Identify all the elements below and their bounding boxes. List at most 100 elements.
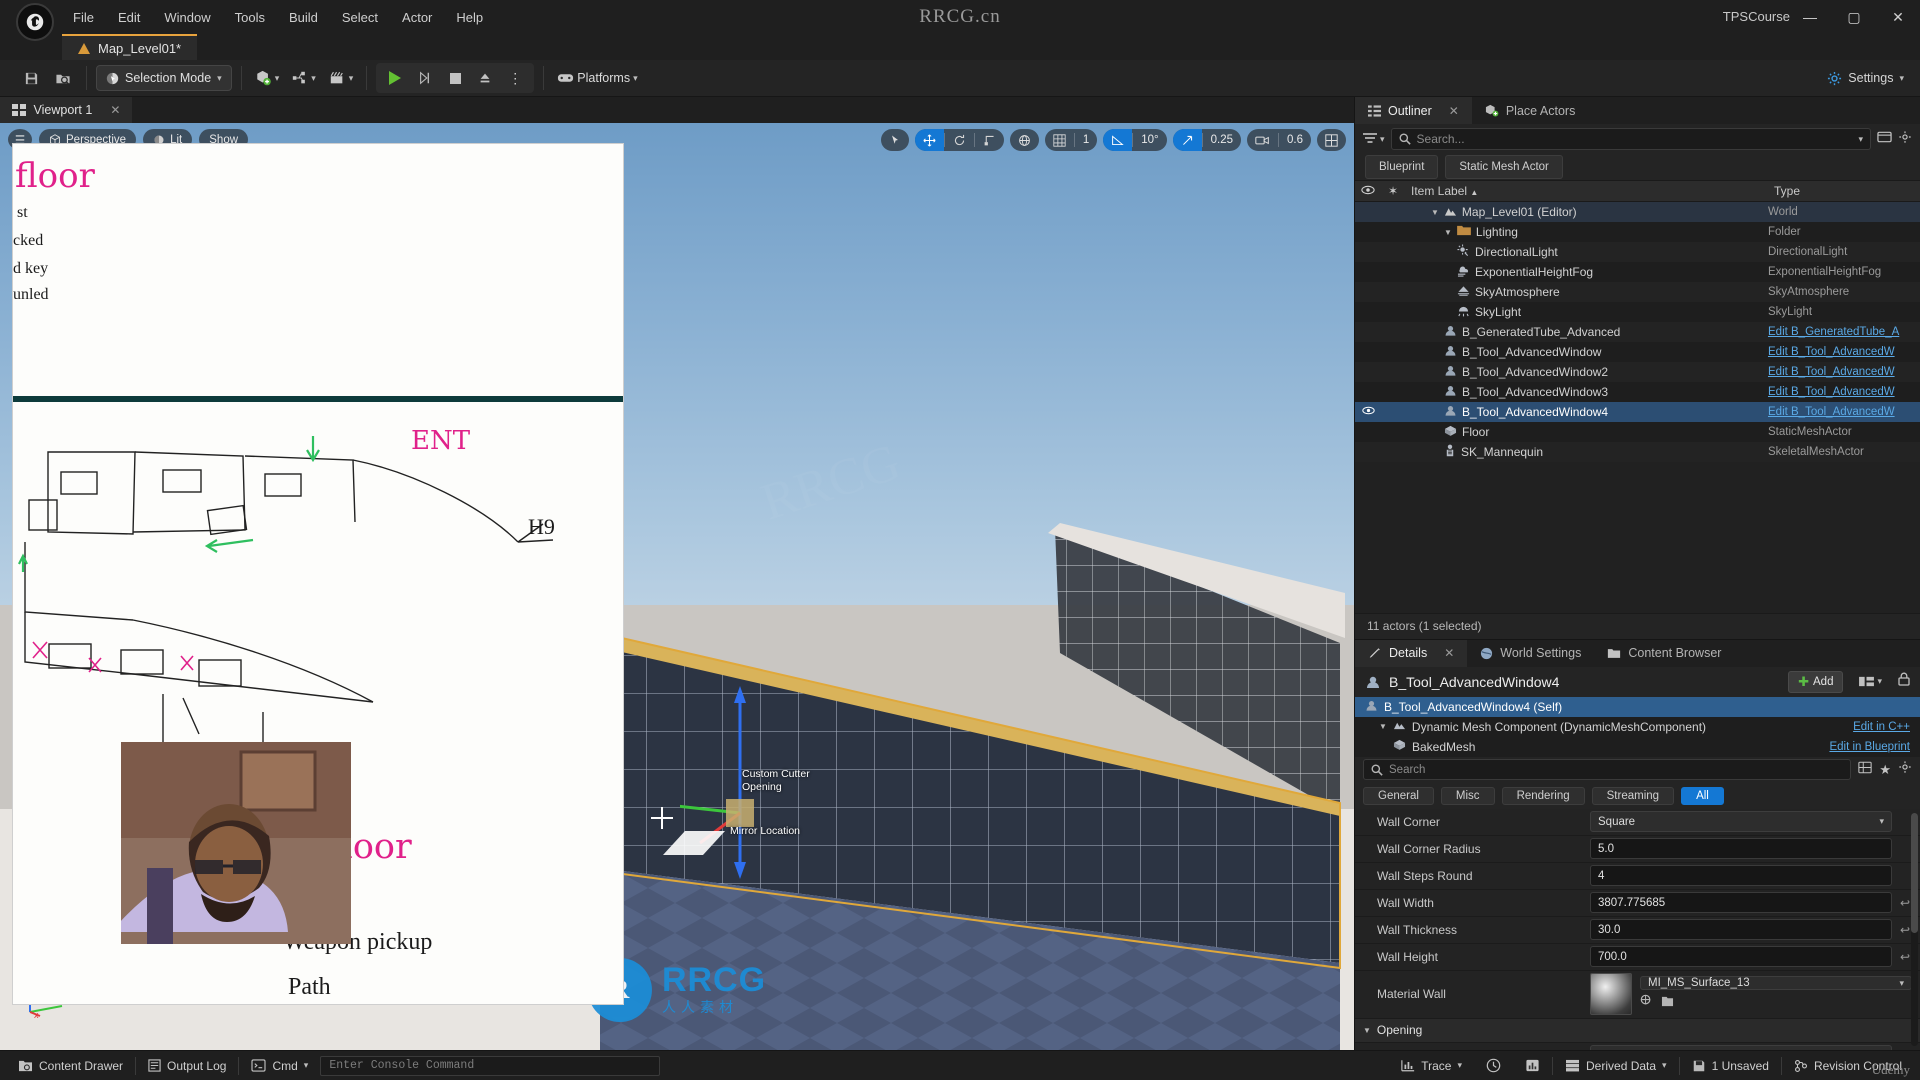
property-number-input[interactable]: 5.0: [1590, 838, 1892, 859]
material-property-row[interactable]: Material Wall MI_MS_Surface_13 ▾: [1355, 971, 1920, 1019]
property-list[interactable]: Wall Corner Square ▾ Wall Corner Radius 5.0 W…: [1355, 808, 1920, 1050]
menu-edit[interactable]: Edit: [107, 6, 151, 29]
outliner-row[interactable]: B_Tool_AdvancedWindow Edit B_Tool_Advance…: [1355, 342, 1920, 362]
property-combo[interactable]: Square ▾: [1590, 811, 1892, 832]
details-chip-rendering[interactable]: Rendering: [1501, 786, 1585, 805]
row-label-cell[interactable]: B_Tool_AdvancedWindow3: [1405, 384, 1768, 400]
property-number-input[interactable]: 4: [1590, 865, 1892, 886]
property-row[interactable]: Wall Height 700.0 ↩: [1355, 944, 1920, 971]
settings-button[interactable]: Settings ▾: [1827, 71, 1912, 86]
chip-blueprint[interactable]: Blueprint: [1365, 155, 1439, 179]
skip-icon[interactable]: [411, 65, 439, 91]
component-tree-row[interactable]: ▼ Dynamic Mesh Component (DynamicMeshComp…: [1355, 717, 1920, 737]
column-pin-icon[interactable]: ✶: [1381, 184, 1405, 198]
scale-snap-value[interactable]: 0.25: [1203, 129, 1241, 151]
cursor-mode-icon[interactable]: [881, 129, 909, 151]
platforms-button[interactable]: Platforms ▾: [553, 65, 641, 91]
menu-select[interactable]: Select: [331, 6, 389, 29]
details-scrollbar-thumb[interactable]: [1911, 812, 1918, 933]
details-favorite-icon[interactable]: ★: [1879, 762, 1891, 778]
column-visibility-icon[interactable]: [1355, 184, 1381, 198]
outliner-row-type[interactable]: Edit B_Tool_AdvancedW: [1768, 366, 1920, 378]
chip-static-mesh-actor[interactable]: Static Mesh Actor: [1445, 155, 1563, 179]
property-row[interactable]: Wall Corner Square ▾: [1355, 809, 1920, 836]
property-row[interactable]: Wall Thickness 30.0 ↩: [1355, 917, 1920, 944]
stop-icon[interactable]: [441, 65, 469, 91]
tab-outliner[interactable]: Outliner ✕: [1355, 97, 1472, 124]
outliner-row[interactable]: Floor StaticMeshActor: [1355, 422, 1920, 442]
coordinate-system-toggle[interactable]: [1009, 129, 1039, 151]
angle-snap-group[interactable]: 10°: [1103, 129, 1167, 151]
component-tree-row[interactable]: BakedMesh Edit in Blueprint: [1355, 737, 1920, 757]
lock-details-icon[interactable]: [1898, 672, 1910, 691]
outliner-row-type[interactable]: Edit B_Tool_AdvancedW: [1768, 406, 1920, 418]
outliner-row[interactable]: ExponentialHeightFog ExponentialHeightFog: [1355, 262, 1920, 282]
select-mode-toggle[interactable]: [880, 129, 909, 151]
chevron-down-icon[interactable]: ▾: [1858, 134, 1863, 145]
globe-icon[interactable]: [1010, 129, 1039, 151]
row-label-cell[interactable]: SkyLight: [1405, 305, 1768, 320]
outliner-row[interactable]: ▼ Lighting Folder: [1355, 222, 1920, 242]
details-expand-icon[interactable]: [1858, 761, 1872, 779]
scale-snap-group[interactable]: 0.25: [1172, 129, 1241, 151]
tab-place-actors[interactable]: Place Actors: [1472, 97, 1588, 124]
outliner-settings-icon[interactable]: [1877, 130, 1892, 149]
close-icon[interactable]: ✕: [1449, 104, 1459, 118]
outliner-row-type[interactable]: Edit B_Tool_AdvancedW: [1768, 386, 1920, 398]
scale-tool-icon[interactable]: [975, 129, 1004, 151]
row-label-cell[interactable]: SkyAtmosphere: [1405, 285, 1768, 299]
outliner-row-type[interactable]: Edit B_GeneratedTube_A: [1768, 326, 1920, 338]
viewport-layout-button[interactable]: [1317, 129, 1346, 151]
scale-snap-icon[interactable]: [1172, 129, 1202, 151]
camera-icon[interactable]: [1247, 129, 1278, 151]
outliner-row-type[interactable]: Edit B_Tool_AdvancedW: [1768, 346, 1920, 358]
outliner-list[interactable]: ▼ Map_Level01 (Editor) World ▼ Lighting Folde…: [1355, 202, 1920, 613]
menu-actor[interactable]: Actor: [391, 6, 443, 29]
eject-icon[interactable]: [471, 65, 499, 91]
row-label-cell[interactable]: B_Tool_AdvancedWindow: [1405, 344, 1768, 360]
component-tree-row[interactable]: B_Tool_AdvancedWindow4 (Self): [1355, 696, 1920, 717]
outliner-row[interactable]: ▼ Map_Level01 (Editor) World: [1355, 202, 1920, 222]
row-label-cell[interactable]: B_Tool_AdvancedWindow4: [1405, 404, 1768, 420]
property-row[interactable]: Opening TypeSquare▾: [1355, 1043, 1920, 1050]
unreal-logo-icon[interactable]: [16, 3, 54, 41]
details-category-chips[interactable]: General Misc Rendering Streaming All: [1355, 782, 1920, 809]
viewport-3d[interactable]: ☰ Perspective Lit Show 1 10° 0.25 0.6 Cu…: [0, 123, 1354, 1050]
tab-viewport-1[interactable]: Viewport 1 ✕: [0, 97, 133, 123]
add-component-button[interactable]: ✚ Add: [1788, 670, 1844, 693]
outliner-row[interactable]: B_Tool_AdvancedWindow3 Edit B_Tool_Advanc…: [1355, 382, 1920, 402]
details-chip-misc[interactable]: Misc: [1440, 786, 1495, 805]
property-number-input[interactable]: 700.0: [1590, 946, 1892, 967]
menu-build[interactable]: Build: [278, 6, 329, 29]
move-tool-icon[interactable]: [914, 129, 944, 151]
selection-mode-button[interactable]: Selection Mode ▾: [96, 65, 232, 91]
row-visibility-icon[interactable]: [1355, 406, 1381, 418]
unsaved-button[interactable]: 1 Unsaved: [1680, 1051, 1781, 1080]
maximize-button[interactable]: ▢: [1832, 0, 1876, 34]
row-label-cell[interactable]: SK_Mannequin: [1405, 444, 1768, 460]
column-type[interactable]: Type: [1768, 184, 1920, 198]
property-row[interactable]: Wall Steps Round 4: [1355, 863, 1920, 890]
save-icon[interactable]: [17, 65, 45, 91]
angle-snap-value[interactable]: 10°: [1133, 129, 1166, 151]
use-selected-asset-icon[interactable]: [1661, 994, 1674, 1012]
revert-icon[interactable]: ↩: [1898, 923, 1912, 937]
revert-icon[interactable]: ↩: [1898, 896, 1912, 910]
browse-content-icon[interactable]: [49, 65, 77, 91]
level-tab[interactable]: Map_Level01*: [62, 34, 198, 60]
component-tree[interactable]: B_Tool_AdvancedWindow4 (Self) ▼ Dynamic Me…: [1355, 696, 1920, 757]
layout-icon[interactable]: [1317, 129, 1346, 151]
details-chip-streaming[interactable]: Streaming: [1591, 786, 1675, 805]
play-icon[interactable]: [381, 65, 409, 91]
console-command-input[interactable]: Enter Console Command: [320, 1055, 661, 1076]
property-number-input[interactable]: 3807.775685: [1590, 892, 1892, 913]
row-label-cell[interactable]: ▼ Lighting: [1405, 225, 1768, 239]
add-actor-button[interactable]: ▾: [251, 65, 284, 91]
property-number-input[interactable]: 30.0: [1590, 919, 1892, 940]
property-row[interactable]: Wall Corner Radius 5.0: [1355, 836, 1920, 863]
property-category-opening[interactable]: ▼ Opening: [1355, 1018, 1920, 1043]
row-label-cell[interactable]: B_Tool_AdvancedWindow2: [1405, 364, 1768, 380]
row-label-cell[interactable]: ExponentialHeightFog: [1405, 265, 1768, 280]
grid-size-value[interactable]: 1: [1075, 129, 1097, 151]
row-label-cell[interactable]: DirectionalLight: [1405, 244, 1768, 260]
